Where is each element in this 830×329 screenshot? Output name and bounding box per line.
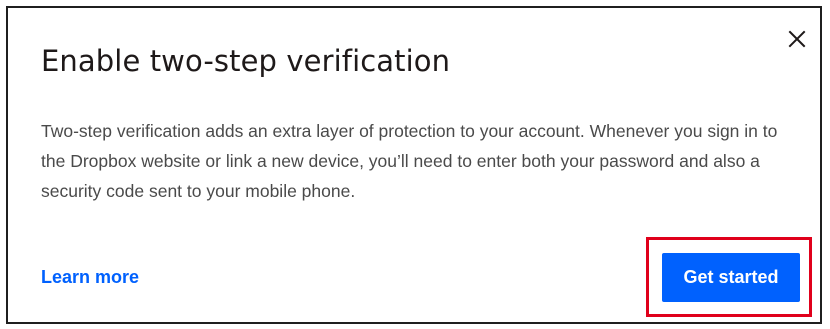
close-icon <box>788 30 806 48</box>
learn-more-link[interactable]: Learn more <box>41 265 139 289</box>
dialog-title: Enable two-step verification <box>41 44 451 78</box>
two-step-verification-dialog: Enable two-step verification Two-step ve… <box>6 6 822 324</box>
close-button[interactable] <box>784 26 810 52</box>
dialog-description: Two-step verification adds an extra laye… <box>41 121 778 201</box>
get-started-button[interactable]: Get started <box>662 253 800 302</box>
